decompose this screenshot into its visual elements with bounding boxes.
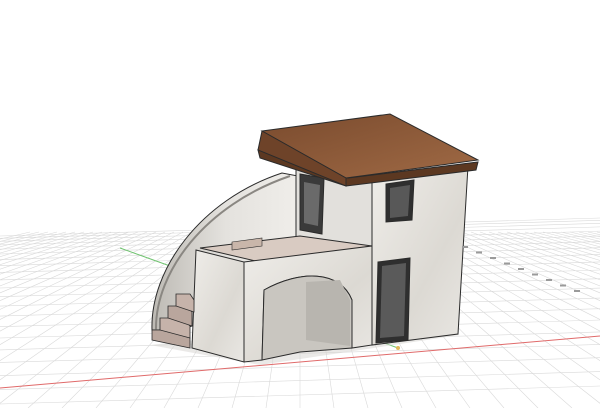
axis-tick	[560, 284, 566, 287]
tower-window-inner	[390, 185, 410, 218]
grid-line	[0, 231, 103, 265]
tower-door-inner	[380, 263, 406, 338]
axis-tick	[518, 268, 524, 270]
house-model[interactable]	[150, 113, 480, 365]
axis-tick	[462, 246, 468, 248]
axis-tick	[504, 262, 510, 265]
origin-marker	[396, 346, 400, 350]
axis-ticks	[462, 246, 580, 292]
axis-tick	[476, 251, 482, 254]
grid-line	[506, 231, 600, 261]
grid-line	[0, 231, 31, 240]
axis-tick	[532, 273, 538, 276]
grid-line	[488, 231, 600, 270]
axis-tick	[490, 257, 496, 259]
grid-line	[0, 231, 121, 275]
3d-viewport[interactable]	[0, 0, 600, 408]
side-window-inner	[304, 182, 320, 226]
grid-line	[497, 231, 600, 265]
grid-line	[479, 231, 600, 275]
arch-inner-back	[306, 280, 350, 346]
grid-line	[0, 231, 112, 270]
axis-tick	[546, 279, 552, 281]
viewport-canvas[interactable]	[0, 0, 600, 408]
axis-tick	[574, 290, 580, 292]
lower-left-wall[interactable]	[191, 249, 245, 363]
